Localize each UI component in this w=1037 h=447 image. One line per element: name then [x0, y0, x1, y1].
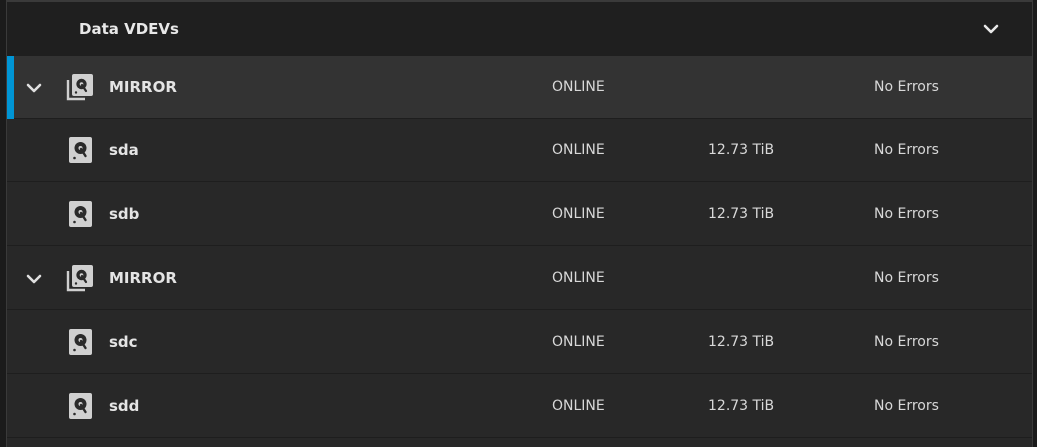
disk-name: sdb	[109, 205, 140, 223]
status-text: ONLINE	[552, 270, 605, 286]
status-text: ONLINE	[552, 206, 605, 222]
disk-row-sda[interactable]: sda ONLINE 12.73 TiB No Errors	[7, 119, 1032, 182]
size-text: 12.73 TiB	[708, 142, 775, 158]
disk-name: sdc	[109, 333, 138, 351]
disk-row-sdb[interactable]: sdb ONLINE 12.73 TiB No Errors	[7, 183, 1032, 246]
vdev-name: MIRROR	[109, 269, 177, 287]
chevron-down-icon[interactable]	[22, 76, 46, 100]
mirror-disks-icon	[65, 72, 95, 102]
size-text: 12.73 TiB	[708, 334, 775, 350]
vdev-name: MIRROR	[109, 78, 177, 96]
vdev-row-mirror[interactable]: MIRROR ONLINE No Errors	[7, 56, 1032, 119]
disk-name: sdd	[109, 397, 140, 415]
errors-text: No Errors	[874, 334, 939, 350]
status-text: ONLINE	[552, 79, 605, 95]
errors-text: No Errors	[874, 270, 939, 286]
data-vdevs-panel: Data VDEVs MIRROR ONLINE No Errors sda O…	[6, 0, 1033, 447]
status-text: ONLINE	[552, 142, 605, 158]
errors-text: No Errors	[874, 398, 939, 414]
disk-row-sdd[interactable]: sdd ONLINE 12.73 TiB No Errors	[7, 375, 1032, 438]
hard-disk-icon	[66, 199, 96, 229]
size-text: 12.73 TiB	[708, 398, 775, 414]
chevron-down-icon[interactable]	[979, 17, 1003, 41]
disk-row-sdc[interactable]: sdc ONLINE 12.73 TiB No Errors	[7, 311, 1032, 374]
hard-disk-icon	[66, 327, 96, 357]
errors-text: No Errors	[874, 79, 939, 95]
panel-header[interactable]: Data VDEVs	[7, 0, 1032, 56]
status-text: ONLINE	[552, 334, 605, 350]
size-text: 12.73 TiB	[708, 206, 775, 222]
disk-name: sda	[109, 141, 139, 159]
vdev-row-mirror[interactable]: MIRROR ONLINE No Errors	[7, 247, 1032, 310]
chevron-down-icon[interactable]	[22, 267, 46, 291]
panel-title: Data VDEVs	[79, 20, 179, 38]
mirror-disks-icon	[65, 263, 95, 293]
hard-disk-icon	[66, 391, 96, 421]
hard-disk-icon	[66, 135, 96, 165]
errors-text: No Errors	[874, 142, 939, 158]
errors-text: No Errors	[874, 206, 939, 222]
status-text: ONLINE	[552, 398, 605, 414]
